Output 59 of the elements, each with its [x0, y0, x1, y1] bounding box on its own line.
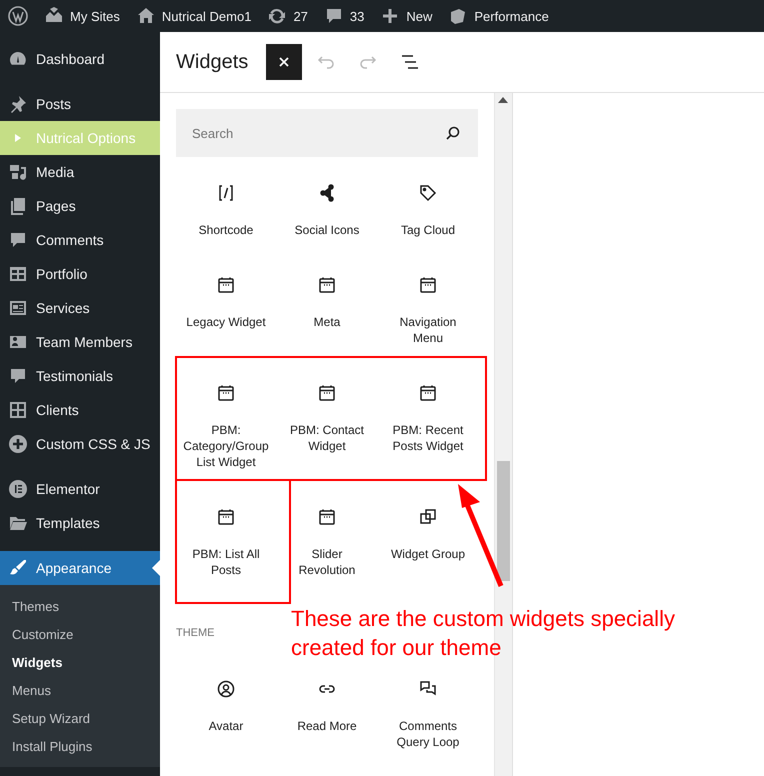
block-item[interactable]: PBM: Category/Group List Widget [176, 381, 276, 470]
sidebar-item[interactable]: Clients [0, 393, 160, 427]
admin-bar-link[interactable]: Nutrical Demo1 [162, 8, 252, 24]
pages-icon [8, 196, 28, 216]
speech-bubble-icon [8, 230, 28, 250]
submenu-item[interactable]: Menus [0, 676, 160, 704]
admin-bar-link[interactable]: Performance [474, 8, 549, 24]
submenu-item[interactable]: Customize [0, 620, 160, 648]
sidebar-item[interactable]: Comments [0, 223, 160, 257]
card-icon [8, 298, 28, 318]
close-button[interactable] [266, 44, 302, 80]
block-item[interactable]: Widget Group [378, 505, 478, 562]
sidebar-item[interactable]: Custom CSS & JS [0, 427, 160, 461]
sidebar-item[interactable]: Pages [0, 189, 160, 223]
sidebar-item[interactable]: Services [0, 291, 160, 325]
block-item[interactable]: Read More [277, 677, 377, 734]
block-item[interactable]: PBM: Recent Posts Widget [378, 381, 478, 454]
block-item[interactable]: Legacy Widget [176, 273, 276, 330]
quote-bubble-icon [8, 366, 28, 386]
grid-icon [8, 400, 28, 420]
admin-bar-link[interactable]: 27 [293, 8, 308, 24]
block-item[interactable]: Tag Cloud [378, 181, 478, 238]
submenu-item[interactable]: Themes [0, 592, 160, 620]
admin-bar-link[interactable]: My Sites [70, 8, 120, 24]
sidebar-item[interactable]: Appearance [0, 551, 160, 585]
sidebar-item[interactable]: Portfolio [0, 257, 160, 291]
block-item[interactable]: Social Icons [277, 181, 377, 238]
sidebar-item[interactable]: Elementor [0, 472, 160, 506]
media-icon [8, 162, 28, 182]
block-item[interactable]: Navigation Menu [378, 273, 478, 346]
sidebar-item[interactable]: Templates [0, 506, 160, 540]
block-item[interactable]: Shortcode [176, 181, 276, 238]
submenu-item[interactable]: Install Plugins [0, 732, 160, 760]
sidebar-item[interactable]: Posts [0, 87, 160, 121]
sidebar-item[interactable]: Media [0, 155, 160, 189]
block-item[interactable]: PBM: Contact Widget [277, 381, 377, 454]
submenu-item[interactable]: Setup Wizard [0, 704, 160, 732]
block-item[interactable]: Meta [277, 273, 377, 330]
close-icon [277, 55, 292, 69]
annotation-text: These are the custom widgets specially created for our theme [291, 605, 676, 662]
elementor-icon [8, 479, 28, 499]
section-heading: THEME [176, 627, 216, 639]
sidebar-item[interactable]: Team Members [0, 325, 160, 359]
admin-bar-link[interactable]: 33 [350, 8, 364, 24]
sidebar-item[interactable]: Testimonials [0, 359, 160, 393]
refresh-icon [267, 6, 288, 26]
table-icon [8, 264, 28, 284]
block-item[interactable]: Avatar [176, 677, 276, 734]
wordpress-logo-icon[interactable] [8, 6, 28, 26]
admin-bar-link[interactable]: New [406, 8, 432, 24]
search-icon[interactable] [444, 124, 462, 142]
block-item[interactable]: Comments Query Loop [378, 677, 478, 750]
page-title: Widgets [176, 50, 248, 74]
home-icon [136, 6, 156, 26]
sidebar-item[interactable]: Dashboard [0, 42, 160, 76]
block-item[interactable]: Slider Revolution [277, 505, 377, 578]
submenu-item[interactable]: Widgets [0, 648, 160, 676]
search-field[interactable]: Search [176, 109, 478, 157]
block-item[interactable]: PBM: List All Posts [176, 505, 276, 578]
